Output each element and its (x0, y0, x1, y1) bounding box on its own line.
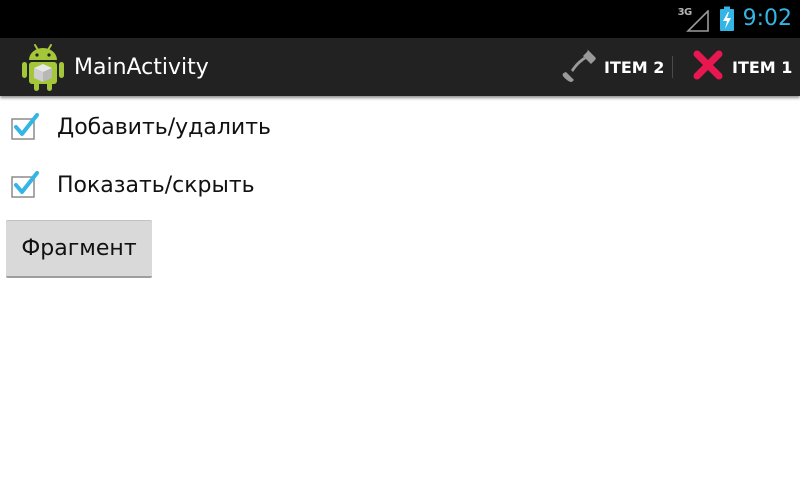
action-bar: MainActivity ITEM 2 ITEM 1 (0, 38, 800, 96)
checkbox-show-hide[interactable]: Показать/скрыть (10, 165, 255, 205)
signal-icon: 3G (678, 6, 711, 32)
action-item-1[interactable]: ITEM 1 (690, 38, 792, 96)
checkbox-checked-icon[interactable] (10, 112, 40, 142)
checkbox-checked-icon[interactable] (10, 170, 40, 200)
close-icon (690, 47, 726, 87)
status-bar: 3G 9:02 (0, 0, 800, 38)
android-icon[interactable] (21, 42, 65, 92)
checkbox-label: Добавить/удалить (57, 114, 272, 140)
fragment-button[interactable]: Фрагмент (6, 220, 152, 278)
app-title: MainActivity (74, 55, 209, 80)
checkbox-label: Показать/скрыть (57, 172, 255, 198)
checkbox-add-remove[interactable]: Добавить/удалить (10, 107, 271, 147)
action-item-2-label: ITEM 2 (604, 57, 665, 77)
action-item-2[interactable]: ITEM 2 (560, 38, 664, 96)
battery-charging-icon (719, 6, 735, 32)
phone-icon (560, 46, 598, 88)
action-divider (672, 56, 673, 78)
status-icons: 3G 9:02 (678, 0, 792, 38)
action-item-1-label: ITEM 1 (732, 57, 793, 77)
clock: 9:02 (742, 6, 792, 31)
